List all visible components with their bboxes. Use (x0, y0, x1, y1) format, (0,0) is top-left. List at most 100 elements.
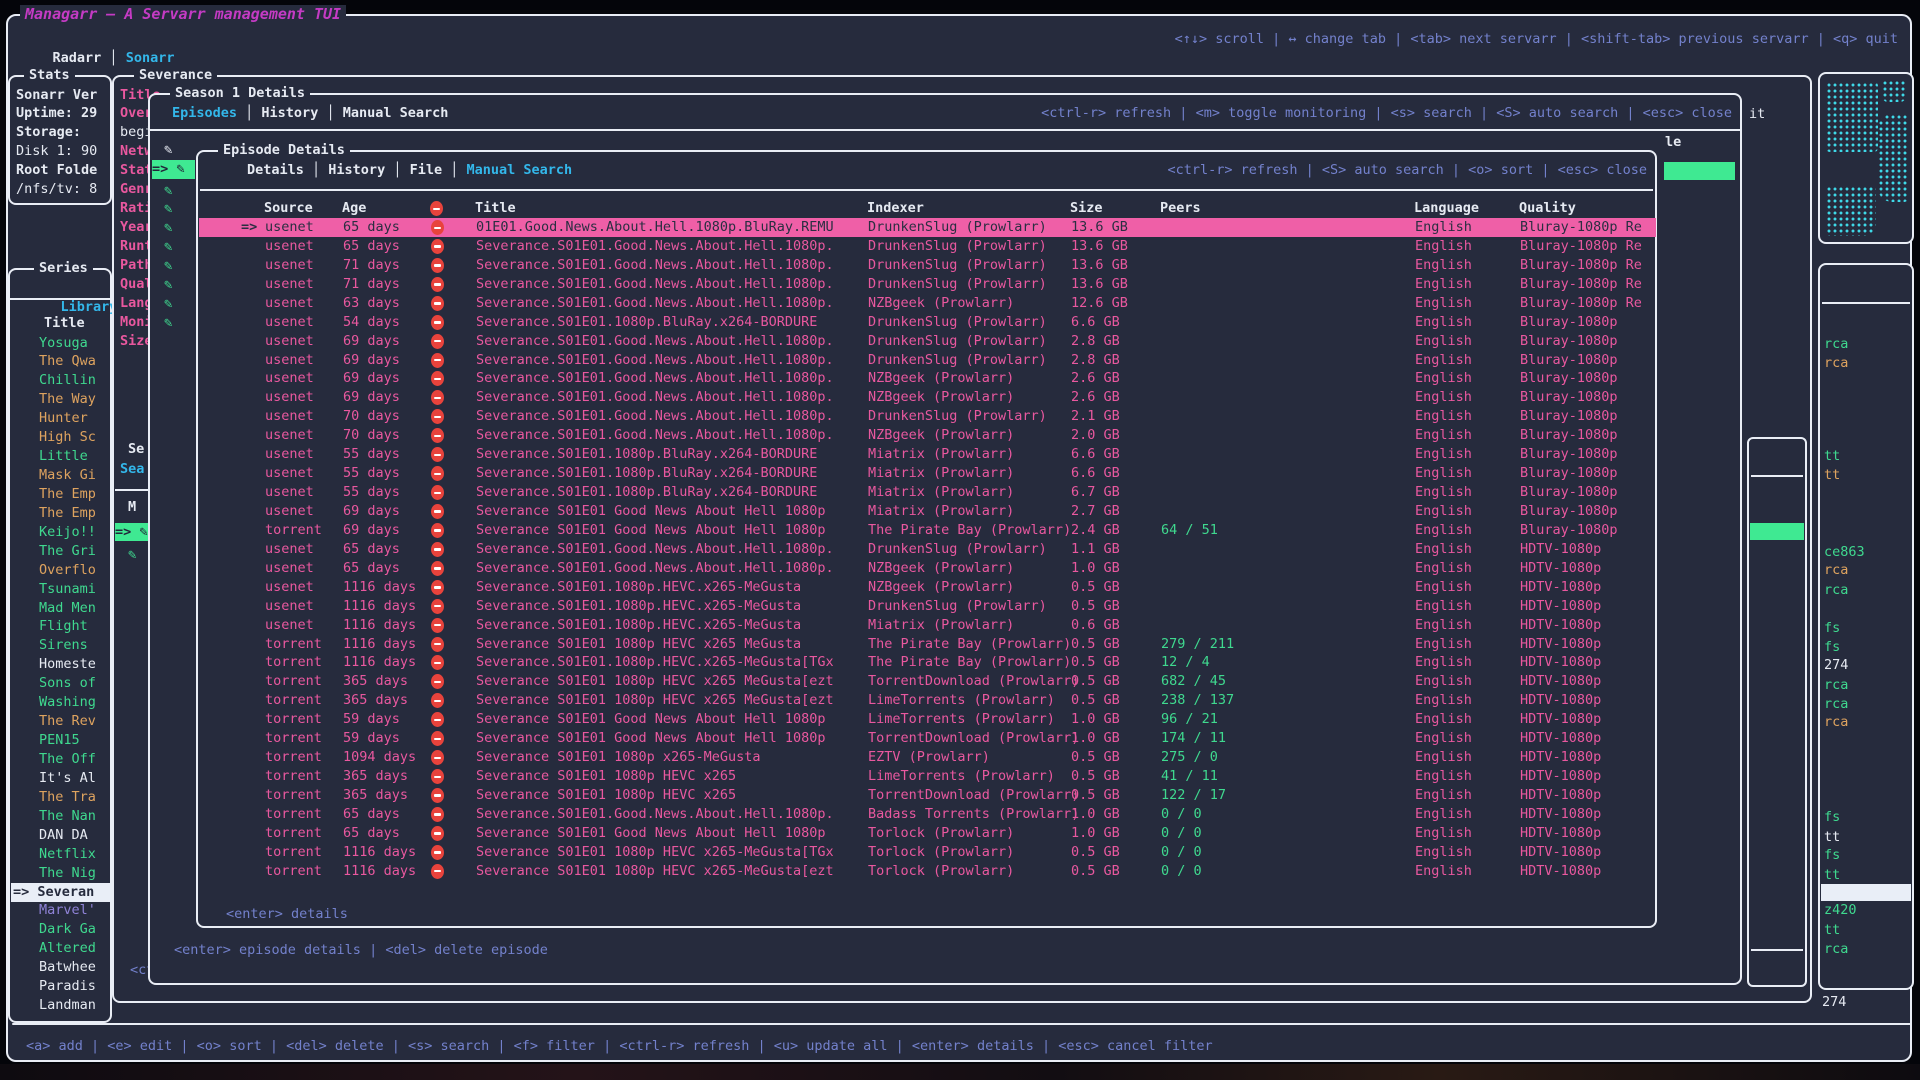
series-list-item[interactable]: Altered (39, 939, 96, 958)
series-list-item[interactable]: Sons of (39, 674, 96, 693)
search-result-row[interactable]: usenet55 daysSeverance.S01E01.1080p.BluR… (199, 483, 1656, 502)
cell-size: 0.5 GB (1071, 767, 1120, 786)
search-result-row[interactable]: usenet63 daysSeverance.S01E01.Good.News.… (199, 294, 1656, 313)
series-list-item[interactable]: Tsunami (39, 580, 96, 599)
search-result-row[interactable]: usenet65 daysSeverance.S01E01.Good.News.… (199, 237, 1656, 256)
series-list-item[interactable]: Chillin (39, 371, 96, 390)
search-result-row[interactable]: torrent1094 daysSeverance S01E01 1080p x… (199, 748, 1656, 767)
search-result-row[interactable]: torrent1116 daysSeverance S01E01 1080p H… (199, 862, 1656, 881)
series-list-item[interactable]: The Gri (39, 542, 96, 561)
monitored-icon[interactable]: ✎ (164, 238, 172, 257)
search-result-row[interactable]: usenet55 daysSeverance.S01E01.1080p.BluR… (199, 464, 1656, 483)
series-list-item[interactable]: Netflix (39, 845, 96, 864)
tab-episodes[interactable]: Episodes (172, 105, 237, 121)
cell-quality: HDTV-1080p (1520, 559, 1601, 578)
series-list-item[interactable]: Dark Ga (39, 920, 96, 939)
series-list-item[interactable]: The Tra (39, 788, 96, 807)
series-list-item[interactable]: Hunter (39, 409, 88, 428)
series-list-item[interactable]: Homeste (39, 655, 96, 674)
series-list-item[interactable]: Flight (39, 617, 88, 636)
search-result-row[interactable]: usenet70 daysSeverance.S01E01.Good.News.… (199, 407, 1656, 426)
search-result-row[interactable]: usenet1116 daysSeverance.S01E01.1080p.HE… (199, 597, 1656, 616)
tab-manual-search[interactable]: Manual Search (467, 162, 573, 178)
monitored-icon[interactable]: ✎ (128, 546, 136, 565)
series-list-item[interactable]: DAN DA (39, 826, 88, 845)
selected-season-row-clip[interactable]: => ✎ (115, 523, 150, 541)
search-result-row-selected[interactable]: =>usenet65 days01E01.Good.News.About.Hel… (199, 218, 1656, 237)
series-list-item[interactable]: Keijo!! (39, 523, 96, 542)
monitored-icon[interactable]: ✎ (164, 257, 172, 276)
search-result-row[interactable]: usenet55 daysSeverance.S01E01.1080p.BluR… (199, 445, 1656, 464)
search-result-row[interactable]: usenet1116 daysSeverance.S01E01.1080p.HE… (199, 616, 1656, 635)
series-list-item[interactable]: It's Al (39, 769, 96, 788)
search-result-row[interactable]: torrent365 daysSeverance S01E01 1080p HE… (199, 672, 1656, 691)
search-result-row[interactable]: usenet69 daysSeverance.S01E01.Good.News.… (199, 351, 1656, 370)
monitored-icon[interactable]: ✎ (164, 276, 172, 295)
monitored-icon[interactable]: ✎ (164, 200, 172, 219)
series-list-item[interactable]: The Emp (39, 485, 96, 504)
monitored-icon[interactable]: ✎ (164, 219, 172, 238)
series-list-item[interactable]: Sirens (39, 636, 88, 655)
search-result-row[interactable]: torrent365 daysSeverance S01E01 1080p HE… (199, 767, 1656, 786)
series-list-item-selected[interactable]: => Severan (11, 883, 111, 902)
search-result-row[interactable]: usenet54 daysSeverance.S01E01.1080p.BluR… (199, 313, 1656, 332)
cell-source: torrent (265, 824, 322, 843)
monitored-icon[interactable]: ✎ (164, 314, 172, 333)
series-list-item[interactable]: Paradis (39, 977, 96, 996)
monitored-icon[interactable]: ✎ (164, 182, 172, 201)
search-result-row[interactable]: torrent59 daysSeverance S01E01 Good News… (199, 710, 1656, 729)
series-list-item[interactable]: Batwhee (39, 958, 96, 977)
search-result-row[interactable]: torrent59 daysSeverance S01E01 Good News… (199, 729, 1656, 748)
search-result-row[interactable]: torrent365 daysSeverance S01E01 1080p HE… (199, 786, 1656, 805)
search-result-row[interactable]: torrent65 daysSeverance S01E01 Good News… (199, 824, 1656, 843)
series-list-item[interactable]: Yosuga (39, 334, 88, 353)
search-result-row[interactable]: usenet1116 daysSeverance.S01E01.1080p.HE… (199, 578, 1656, 597)
series-list-item[interactable]: Washing (39, 693, 96, 712)
series-list-item[interactable]: The Qwa (39, 352, 96, 371)
search-result-row[interactable]: torrent1116 daysSeverance S01E01 1080p H… (199, 843, 1656, 862)
cell-source: usenet (265, 597, 314, 616)
series-list-item[interactable]: The Rev (39, 712, 96, 731)
tab-file[interactable]: File (410, 162, 443, 178)
search-result-row[interactable]: torrent65 daysSeverance.S01E01.Good.News… (199, 805, 1656, 824)
search-result-row[interactable]: usenet65 daysSeverance.S01E01.Good.News.… (199, 540, 1656, 559)
series-list-item[interactable]: Little (39, 447, 88, 466)
tab-details[interactable]: Details (247, 162, 304, 178)
search-result-row[interactable]: usenet69 daysSeverance S01E01 Good News … (199, 502, 1656, 521)
tab-library[interactable]: Library (61, 299, 118, 315)
tab-manual-search[interactable]: Manual Search (343, 105, 449, 121)
search-result-row[interactable]: torrent365 daysSeverance S01E01 1080p HE… (199, 691, 1656, 710)
search-result-row[interactable]: usenet69 daysSeverance.S01E01.Good.News.… (199, 388, 1656, 407)
series-list-item[interactable]: The Way (39, 390, 96, 409)
series-list-item[interactable]: The Nan (39, 807, 96, 826)
series-list-item[interactable]: Landman (39, 996, 96, 1015)
series-list-item[interactable]: Mad Men (39, 599, 96, 618)
series-list-item[interactable]: The Nig (39, 864, 96, 883)
search-result-row[interactable]: torrent69 daysSeverance S01E01 Good News… (199, 521, 1656, 540)
series-list-item[interactable]: The Off (39, 750, 96, 769)
tab-sonarr[interactable]: Sonarr (126, 50, 175, 66)
series-list-item[interactable]: Marvel' (39, 901, 96, 920)
search-result-row[interactable]: usenet65 daysSeverance.S01E01.Good.News.… (199, 559, 1656, 578)
search-result-row[interactable]: usenet71 daysSeverance.S01E01.Good.News.… (199, 256, 1656, 275)
series-list-item[interactable]: The Emp (39, 504, 96, 523)
series-list-item[interactable]: Overflo (39, 561, 96, 580)
search-result-row[interactable]: torrent1116 daysSeverance S01E01 1080p H… (199, 635, 1656, 654)
series-list-item[interactable]: Mask Gi (39, 466, 96, 485)
tab-radarr[interactable]: Radarr (53, 50, 102, 66)
cell-indexer: The Pirate Bay (Prowlarr) (868, 521, 1071, 540)
search-result-row[interactable]: torrent1116 daysSeverance.S01E01.1080p.H… (199, 653, 1656, 672)
tab-history[interactable]: History (328, 162, 385, 178)
cell-title: Severance.S01E01.1080p.HEVC.x265-MeGusta (476, 597, 801, 616)
search-result-row[interactable]: usenet69 daysSeverance.S01E01.Good.News.… (199, 332, 1656, 351)
monitored-icon[interactable]: ✎ (164, 295, 172, 314)
tab-history[interactable]: History (261, 105, 318, 121)
selected-episode-row-clip[interactable]: => ✎ (152, 160, 195, 179)
search-result-row[interactable]: usenet71 daysSeverance.S01E01.Good.News.… (199, 275, 1656, 294)
search-result-row[interactable]: usenet69 daysSeverance.S01E01.Good.News.… (199, 369, 1656, 388)
rejected-icon (431, 258, 444, 273)
search-result-row[interactable]: usenet70 daysSeverance.S01E01.Good.News.… (199, 426, 1656, 445)
series-list-item[interactable]: PEN15 (39, 731, 80, 750)
series-list-item[interactable]: High Sc (39, 428, 96, 447)
cell-language: English (1415, 407, 1472, 426)
